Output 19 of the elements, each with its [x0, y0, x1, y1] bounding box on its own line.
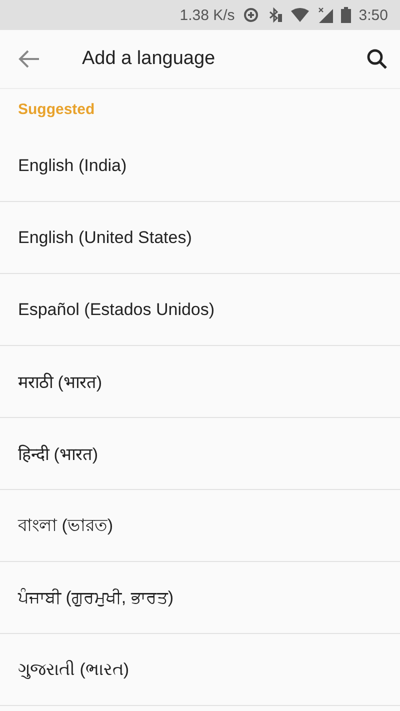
language-item[interactable]: हिन्दी (भारत): [0, 418, 400, 490]
back-button[interactable]: [18, 50, 40, 68]
network-speed: 1.38 K/s: [180, 6, 235, 24]
language-item[interactable]: বাংলা (ভারত): [0, 490, 400, 562]
clock-time: 3:50: [358, 6, 388, 24]
section-header: Suggested: [18, 101, 95, 118]
cellular-signal-icon: [316, 7, 333, 23]
language-item[interactable]: Español (Estados Unidos): [0, 274, 400, 346]
search-button[interactable]: [366, 48, 388, 70]
language-item[interactable]: English (United States): [0, 202, 400, 274]
screen-title: Add a language: [82, 48, 216, 70]
language-item[interactable]: ગુજરાતી (ભારત): [0, 634, 400, 706]
battery-icon: [340, 7, 351, 23]
language-item[interactable]: English (India): [0, 130, 400, 202]
language-item[interactable]: ਪੰਜਾਬੀ (ਗੁਰਮੁਖੀ, ਭਾਰਤ): [0, 562, 400, 634]
bluetooth-icon: [266, 7, 283, 23]
language-item[interactable]: मराठी (भारत): [0, 346, 400, 418]
sync-icon: [242, 7, 259, 23]
wifi-icon: [290, 8, 309, 22]
